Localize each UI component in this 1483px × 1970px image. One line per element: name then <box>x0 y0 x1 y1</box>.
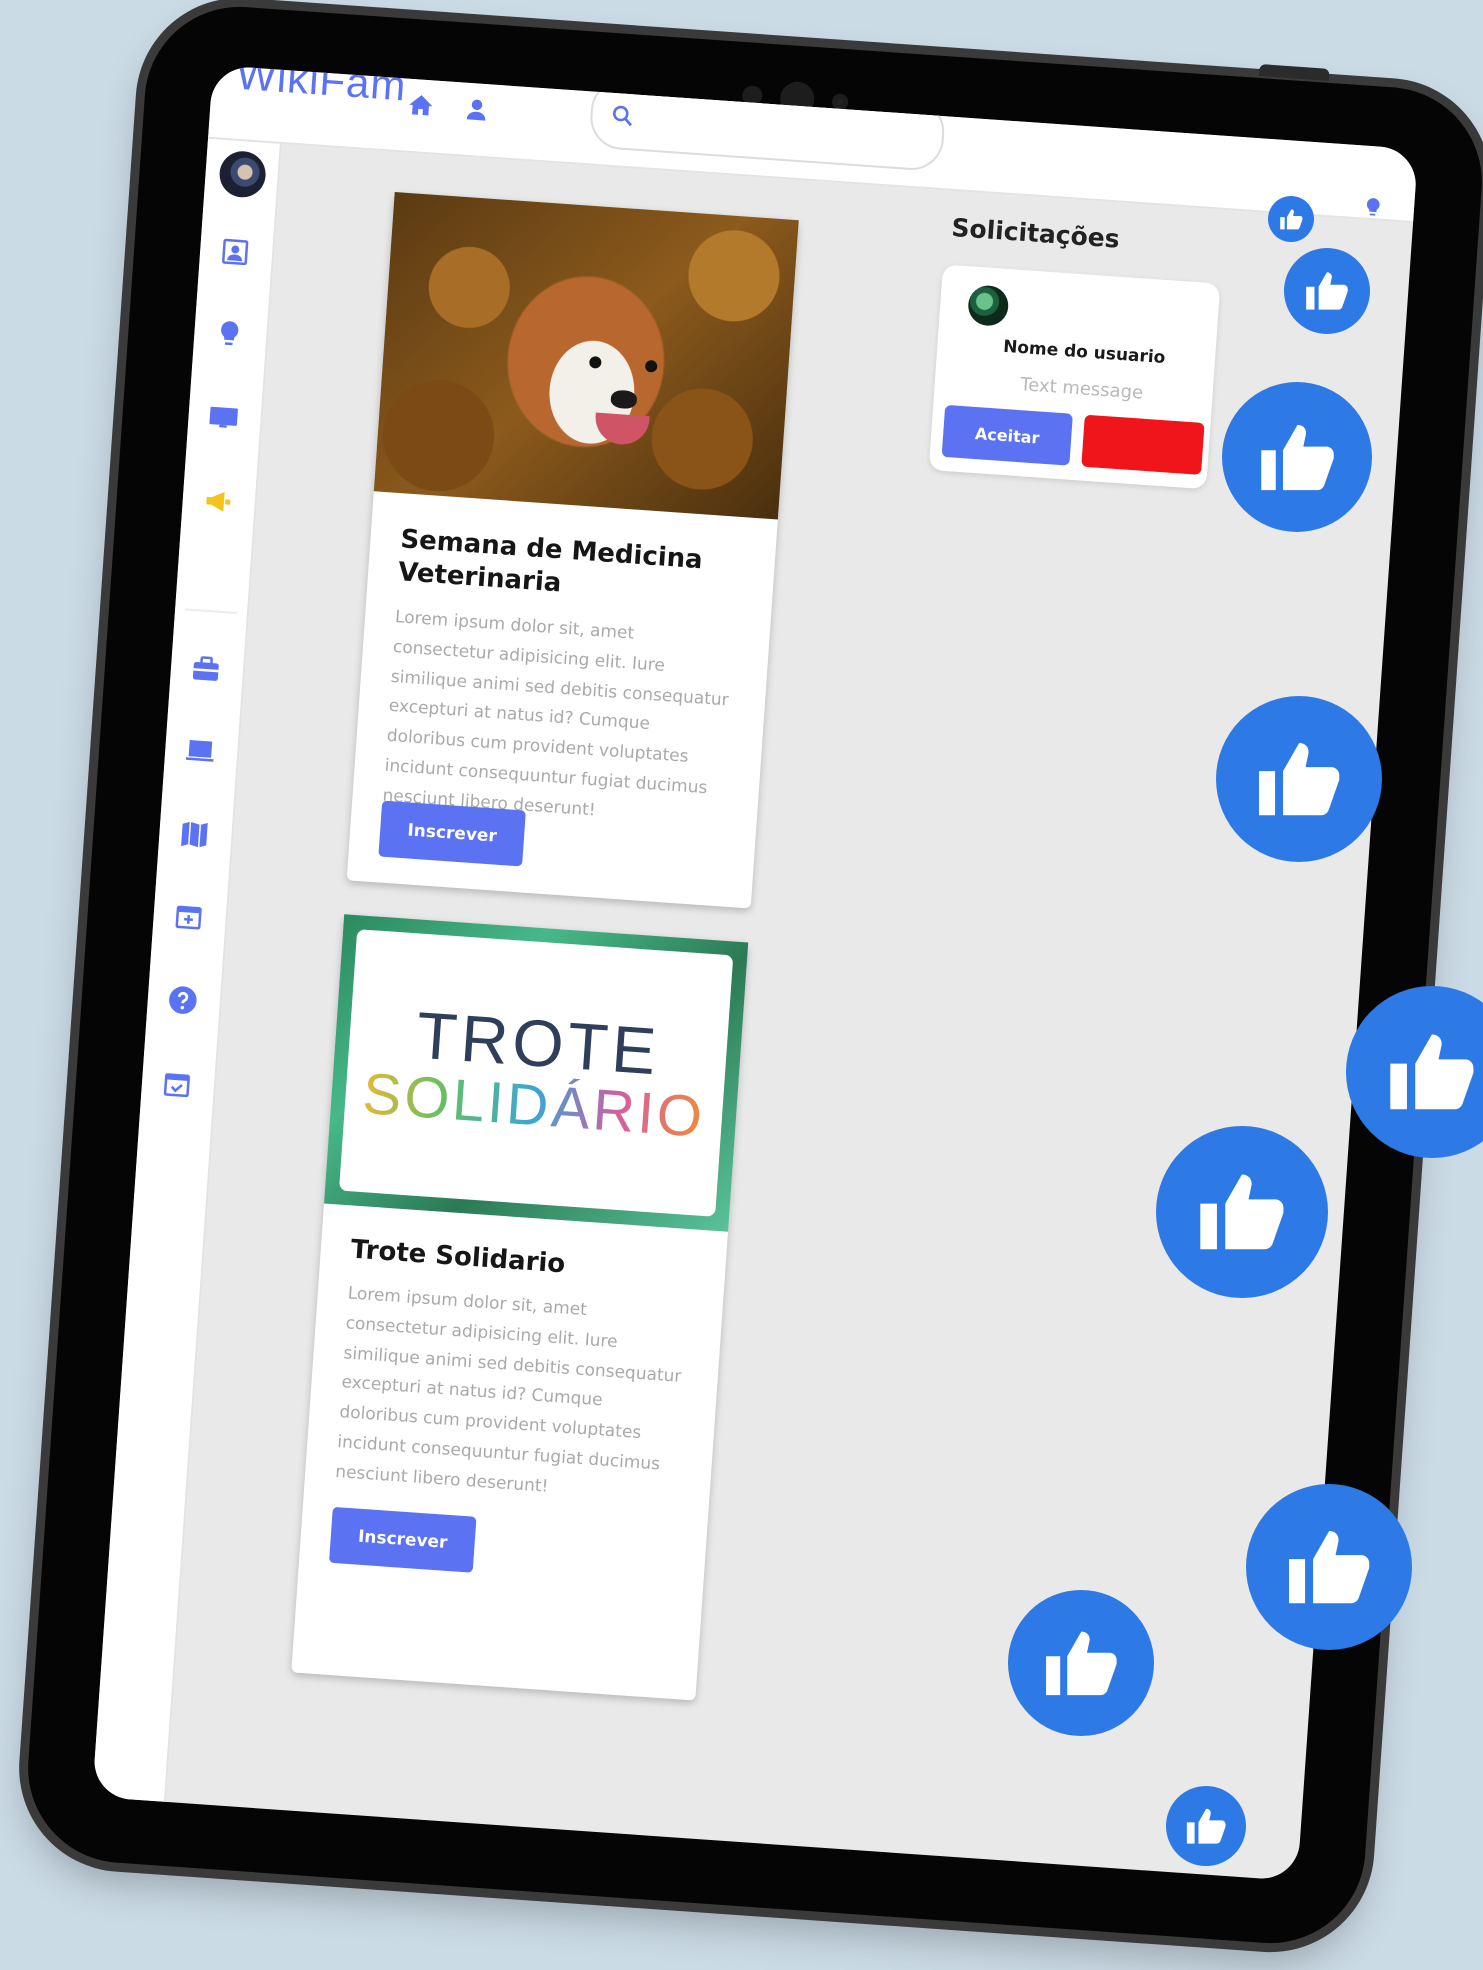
laptop-icon[interactable] <box>184 735 216 767</box>
dog-eye <box>588 355 602 369</box>
event-title: Semana de Medicina Veterinaria <box>397 524 704 598</box>
event-description: Lorem ipsum dolor sit, amet consectetur … <box>334 1283 683 1497</box>
accept-button[interactable]: Aceitar <box>941 404 1073 466</box>
event-image-dog <box>373 191 799 520</box>
thumbs-up-icon <box>1008 1590 1154 1736</box>
search-icon <box>612 105 633 127</box>
trote-logo: TROTE SOLIDÁRIO <box>338 929 734 1217</box>
decline-button[interactable] <box>1081 414 1205 475</box>
lightbulb-icon[interactable] <box>1361 196 1384 219</box>
event-card: Semana de Medicina Veterinaria Lorem ips… <box>346 191 799 909</box>
event-card: TROTE SOLIDÁRIO Trote Solidario Lorem ip… <box>291 914 749 1701</box>
map-icon[interactable] <box>178 819 210 851</box>
calendar-add-icon[interactable] <box>173 900 205 932</box>
help-icon[interactable] <box>167 984 199 1016</box>
app-screen: WikiFam Semana de Medicina Veterinaria L… <box>92 64 1419 1882</box>
megaphone-icon[interactable] <box>202 485 234 517</box>
dog-nose <box>610 389 638 410</box>
thumbs-up-icon <box>1216 696 1382 862</box>
home-icon[interactable] <box>406 91 436 121</box>
tablet-side-button <box>1258 63 1330 81</box>
subscribe-button[interactable]: Inscrever <box>328 1506 477 1573</box>
thumbs-up-icon <box>1166 1786 1246 1866</box>
briefcase-icon[interactable] <box>190 653 222 685</box>
thumbs-up-icon <box>1222 382 1372 532</box>
event-title: Trote Solidario <box>349 1234 567 1280</box>
dog-mouth <box>593 412 650 447</box>
avatar[interactable] <box>218 149 268 199</box>
lightbulb-icon[interactable] <box>213 318 245 350</box>
request-message: Text message <box>1019 374 1144 404</box>
sidebar <box>92 138 282 1802</box>
dog-eye <box>644 359 658 373</box>
profile-card-icon[interactable] <box>219 236 251 268</box>
event-image-trote: TROTE SOLIDÁRIO <box>324 914 749 1232</box>
request-card: Nome do usuario Text message Aceitar <box>928 264 1221 490</box>
monitor-icon[interactable] <box>208 402 240 434</box>
thumbs-up-icon <box>1156 1126 1328 1298</box>
requests-title: Solicitações <box>950 212 1121 254</box>
event-description: Lorem ipsum dolor sit, amet consectetur … <box>381 607 730 820</box>
thumbs-up-icon <box>1268 196 1314 242</box>
calendar-check-icon[interactable] <box>161 1068 193 1100</box>
request-avatar <box>966 284 1010 327</box>
user-icon[interactable] <box>462 95 492 125</box>
tablet-frame: WikiFam Semana de Medicina Veterinaria L… <box>21 0 1483 1950</box>
sidebar-divider <box>185 608 238 614</box>
thumbs-up-icon <box>1246 1484 1412 1650</box>
subscribe-button[interactable]: Inscrever <box>378 800 526 867</box>
thumbs-up-icon <box>1284 248 1370 334</box>
brand-logo[interactable]: WikiFam <box>235 65 408 110</box>
request-username: Nome do usuario <box>1002 336 1166 369</box>
